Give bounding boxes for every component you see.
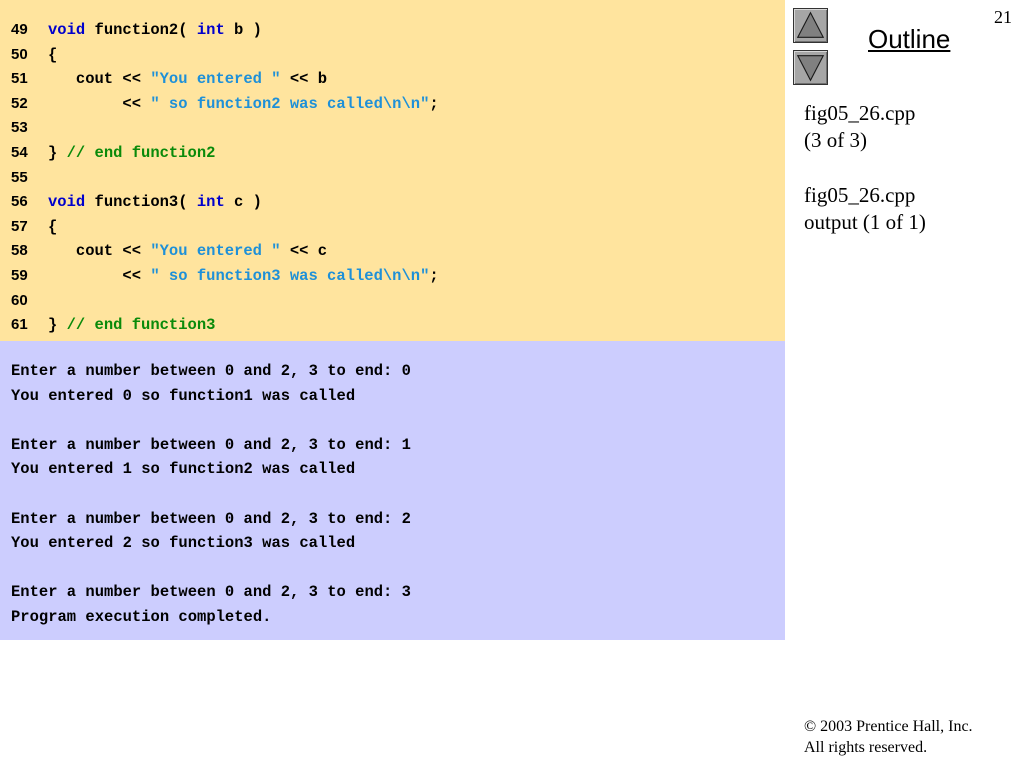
previous-slide-button[interactable] [793, 8, 828, 43]
line-number: 51 [11, 70, 28, 88]
output-line: Enter a number between 0 and 2, 3 to end… [11, 583, 411, 602]
output-line: Enter a number between 0 and 2, 3 to end… [11, 435, 411, 454]
line-number: 55 [11, 168, 28, 186]
code-token-comment: // end function3 [66, 316, 216, 335]
code-token-plain: } [48, 316, 67, 335]
code-token-plain: << [48, 94, 151, 113]
code-token-plain: { [48, 217, 58, 236]
next-slide-button[interactable] [793, 50, 828, 85]
code-token-keyword: int [196, 21, 225, 39]
code-token-plain: << b [280, 70, 328, 89]
line-number: 49 [11, 21, 28, 38]
output-line: You entered 0 so function1 was called [11, 386, 356, 405]
copyright-line: © 2003 Prentice Hall, Inc. [804, 718, 973, 735]
line-number: 52 [11, 94, 28, 112]
code-token-keyword: void [48, 21, 86, 39]
line-code: void function3( int c ) [48, 190, 262, 215]
code-token-plain: cout << [48, 70, 151, 89]
line-code: << " so function2 was called\n\n"; [48, 92, 439, 117]
file-part: (3 of 3) [804, 128, 867, 152]
line-number: 56 [11, 193, 28, 211]
file-name: fig05_26.cpp [804, 101, 916, 125]
line-code: { [48, 43, 57, 68]
program-output-panel: Enter a number between 0 and 2, 3 to end… [0, 341, 785, 640]
line-code: { [48, 215, 57, 240]
line-number: 59 [11, 267, 28, 284]
code-token-keyword: void [48, 193, 86, 212]
page-number: 21 [994, 7, 1012, 27]
line-number: 61 [11, 316, 28, 334]
file-info-output: fig05_26.cpp output (1 of 1) [804, 182, 926, 236]
output-line: Enter a number between 0 and 2, 3 to end… [11, 362, 411, 380]
line-number: 53 [11, 119, 28, 137]
file-part: output (1 of 1) [804, 210, 926, 234]
line-code: cout << "You entered " << c [48, 239, 327, 264]
file-info-listing: fig05_26.cpp (3 of 3) [804, 100, 915, 154]
code-token-plain: << c [280, 242, 328, 261]
line-number: 54 [11, 144, 28, 161]
code-token-string: " so function3 was called\n\n" [150, 267, 430, 285]
code-token-plain: c ) [224, 193, 262, 212]
code-token-plain: << [48, 267, 151, 285]
code-token-plain: ; [429, 94, 439, 113]
output-line: You entered 2 so function3 was called [11, 534, 356, 553]
copyright-notice: © 2003 Prentice Hall, Inc. All rights re… [804, 716, 973, 758]
rights-line: All rights reserved. [804, 739, 928, 756]
code-token-plain: b ) [224, 21, 262, 39]
code-listing-panel: 49 void function2( int b ) 50 {51 cout << "… [0, 0, 785, 341]
file-name: fig05_26.cpp [804, 183, 916, 207]
code-token-string: " so function2 was called\n\n" [150, 94, 430, 113]
code-token-plain: ; [429, 267, 439, 285]
line-code: cout << "You entered " << b [48, 67, 327, 92]
code-token-keyword: int [196, 193, 225, 212]
code-token-plain: { [48, 45, 58, 64]
code-token-plain: } [48, 144, 67, 162]
line-code: } // end function2 [48, 141, 215, 166]
line-code: << " so function3 was called\n\n"; [48, 264, 439, 289]
line-number: 57 [11, 217, 28, 235]
output-line: Program execution completed. [11, 608, 272, 626]
slide: 49 void function2( int b ) 50 {51 cout << "… [0, 0, 1024, 768]
line-number: 60 [11, 291, 28, 309]
code-token-string: "You entered " [150, 70, 281, 89]
triangle-up-icon [796, 11, 825, 38]
code-token-plain: function3( [85, 193, 197, 212]
line-number: 50 [11, 45, 28, 63]
code-token-comment: // end function2 [66, 144, 216, 162]
outline-link[interactable]: Outline [868, 24, 950, 55]
code-token-string: "You entered " [150, 242, 281, 261]
code-token-plain: function2( [85, 21, 197, 39]
line-code: } // end function3 [48, 313, 215, 338]
line-number: 58 [11, 242, 28, 260]
triangle-down-icon [796, 55, 825, 82]
output-line: Enter a number between 0 and 2, 3 to end… [11, 509, 411, 528]
code-token-plain: cout << [48, 242, 151, 261]
line-code: void function2( int b ) [48, 18, 262, 43]
output-line: You entered 1 so function2 was called [11, 460, 356, 479]
